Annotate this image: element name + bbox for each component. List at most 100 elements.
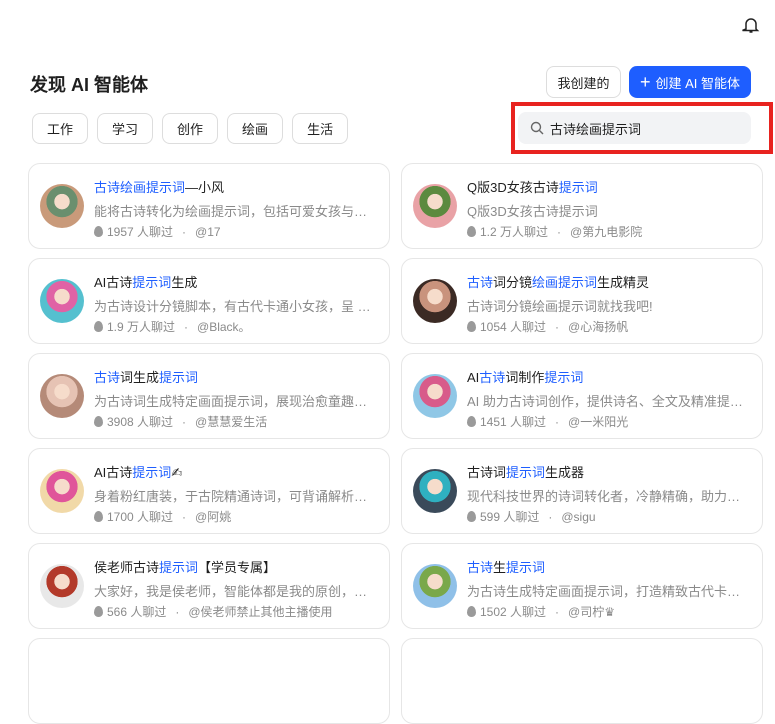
tab-drawing[interactable]: 绘画 — [227, 113, 284, 144]
separator-dot: · — [555, 414, 560, 429]
fire-icon — [467, 416, 476, 427]
agent-card[interactable]: 古诗词生成提示词 为古诗词生成特定画面提示词，展现治愈童趣，... 3908 人… — [28, 353, 390, 439]
fire-icon — [467, 606, 476, 617]
agent-card[interactable]: Q版3D女孩古诗提示词 Q版3D女孩古诗提示词 1.2 万人聊过 · @第九电影院 — [401, 163, 763, 249]
author: @司柠♛ — [568, 605, 615, 619]
agent-description: 身着粉红唐装，于古院精通诗词，可背诵解析及... — [94, 489, 374, 504]
title-segment: Q版3D女孩古诗 — [467, 180, 559, 195]
agent-card[interactable]: 侯老师古诗提示词【学员专属】 大家好，我是侯老师，智能体都是我的原创，想... … — [28, 543, 390, 629]
tab-study[interactable]: 学习 — [97, 113, 154, 144]
author: @侯老师禁止其他主播使用 — [188, 605, 333, 619]
title-segment: 古诗 — [479, 370, 506, 385]
agent-card[interactable]: AI古诗词制作提示词 AI 助力古诗词创作，提供诗名、全文及精准提示... 14… — [401, 353, 763, 439]
search-input[interactable] — [550, 120, 730, 136]
title-segment: AI古诗 — [94, 275, 133, 290]
search-box[interactable] — [518, 112, 751, 144]
title-segment: ✍ — [171, 465, 183, 480]
agent-card[interactable]: AI古诗提示词生成 为古诗设计分镜脚本，有古代卡通小女孩，呈 3D... 1.9… — [28, 258, 390, 344]
tab-work[interactable]: 工作 — [32, 113, 89, 144]
separator-dot: · — [182, 509, 187, 524]
title-segment: 生成 — [171, 275, 198, 290]
agent-meta: 1451 人聊过 · @一米阳光 — [467, 413, 628, 430]
fire-icon — [94, 606, 103, 617]
title-segment: 提示词 — [132, 465, 172, 480]
fire-icon — [94, 511, 103, 522]
agent-title: 古诗词分镜绘画提示词生成精灵 — [467, 272, 649, 291]
agent-card[interactable] — [401, 638, 763, 724]
agent-description: 为古诗生成特定画面提示词，打造精致古代卡通... — [467, 584, 747, 599]
tab-life[interactable]: 生活 — [292, 113, 349, 144]
title-segment: 提示词 — [506, 465, 546, 480]
avatar — [40, 469, 84, 513]
chat-count: 1.2 万人聊过 — [480, 225, 549, 239]
title-segment: 生成精灵 — [597, 275, 650, 290]
agent-description: 为古诗设计分镜脚本，有古代卡通小女孩，呈 3D... — [94, 299, 374, 314]
agent-title: Q版3D女孩古诗提示词 — [467, 177, 598, 196]
title-segment: 词制作 — [505, 370, 545, 385]
author: @第九电影院 — [570, 225, 643, 239]
title-segment: 提示词 — [132, 275, 172, 290]
agent-description: Q版3D女孩古诗提示词 — [467, 204, 598, 219]
agent-card[interactable]: 古诗绘画提示词—小风 能将古诗转化为绘画提示词，包括可爱女孩与古... 1957… — [28, 163, 390, 249]
create-agent-button[interactable]: + 创建 AI 智能体 — [629, 66, 751, 98]
title-segment: 提示词 — [159, 560, 199, 575]
agent-card[interactable]: 古诗词提示词生成器 现代科技世界的诗词转化者，冷静精确，助力传... 599 人… — [401, 448, 763, 534]
agent-card[interactable]: 古诗词分镜绘画提示词生成精灵 古诗词分镜绘画提示词就找我吧! 1054 人聊过 ·… — [401, 258, 763, 344]
author: @心海扬帆 — [568, 320, 629, 334]
avatar — [413, 469, 457, 513]
title-segment: 绘画提示词 — [532, 275, 598, 290]
title-segment: —小风 — [185, 180, 225, 195]
agent-meta: 3908 人聊过 · @慧慧爱生活 — [94, 413, 267, 430]
agent-title: AI古诗提示词✍ — [94, 462, 182, 481]
fire-icon — [467, 226, 476, 237]
fire-icon — [467, 321, 476, 332]
agent-description: 大家好，我是侯老师，智能体都是我的原创，想... — [94, 584, 374, 599]
separator-dot: · — [548, 509, 553, 524]
title-segment: 词生成 — [120, 370, 160, 385]
separator-dot: · — [555, 604, 560, 619]
chat-count: 1.9 万人聊过 — [107, 320, 176, 334]
agent-card[interactable]: AI古诗提示词✍ 身着粉红唐装，于古院精通诗词，可背诵解析及... 1700 人… — [28, 448, 390, 534]
avatar — [413, 279, 457, 323]
chat-count: 599 人聊过 — [480, 510, 540, 524]
author: @阿姚 — [195, 510, 232, 524]
agent-card[interactable]: 古诗生提示词 为古诗生成特定画面提示词，打造精致古代卡通... 1502 人聊过… — [401, 543, 763, 629]
title-segment: 古诗 — [94, 370, 121, 385]
title-segment: AI古诗 — [94, 465, 133, 480]
separator-dot: · — [184, 319, 189, 334]
agent-title: 古诗生提示词 — [467, 557, 545, 576]
avatar — [413, 374, 457, 418]
agent-meta: 1700 人聊过 · @阿姚 — [94, 508, 231, 525]
title-segment: 古诗 — [467, 560, 494, 575]
separator-dot: · — [182, 414, 187, 429]
search-icon — [530, 121, 544, 135]
category-tabs: 工作 学习 创作 绘画 生活 — [32, 113, 349, 144]
agent-meta: 599 人聊过 · @sigu — [467, 508, 596, 525]
agent-description: AI 助力古诗词创作，提供诗名、全文及精准提示... — [467, 394, 747, 409]
page-title: 发现 AI 智能体 — [30, 75, 149, 95]
fire-icon — [94, 416, 103, 427]
title-segment: 生成器 — [545, 465, 585, 480]
agent-description: 现代科技世界的诗词转化者，冷静精确，助力传... — [467, 489, 747, 504]
bell-icon[interactable] — [742, 16, 760, 34]
avatar — [40, 564, 84, 608]
title-segment: 古诗绘画提示词 — [94, 180, 186, 195]
title-segment: 【学员专属】 — [198, 560, 277, 575]
avatar — [40, 184, 84, 228]
my-created-button[interactable]: 我创建的 — [546, 66, 621, 98]
agent-title: 古诗词生成提示词 — [94, 367, 198, 386]
title-segment: 古诗 — [467, 275, 494, 290]
chat-count: 566 人聊过 — [107, 605, 167, 619]
agent-card[interactable] — [28, 638, 390, 724]
agent-meta: 566 人聊过 · @侯老师禁止其他主播使用 — [94, 603, 333, 620]
chat-count: 1451 人聊过 — [480, 415, 547, 429]
agent-description: 为古诗词生成特定画面提示词，展现治愈童趣，... — [94, 394, 374, 409]
author: @一米阳光 — [568, 415, 629, 429]
agent-title: 古诗词提示词生成器 — [467, 462, 584, 481]
tab-create[interactable]: 创作 — [162, 113, 219, 144]
title-segment: 提示词 — [506, 560, 546, 575]
create-agent-label: 创建 AI 智能体 — [655, 75, 741, 91]
fire-icon — [94, 226, 103, 237]
chat-count: 1957 人聊过 — [107, 225, 174, 239]
fire-icon — [94, 321, 103, 332]
